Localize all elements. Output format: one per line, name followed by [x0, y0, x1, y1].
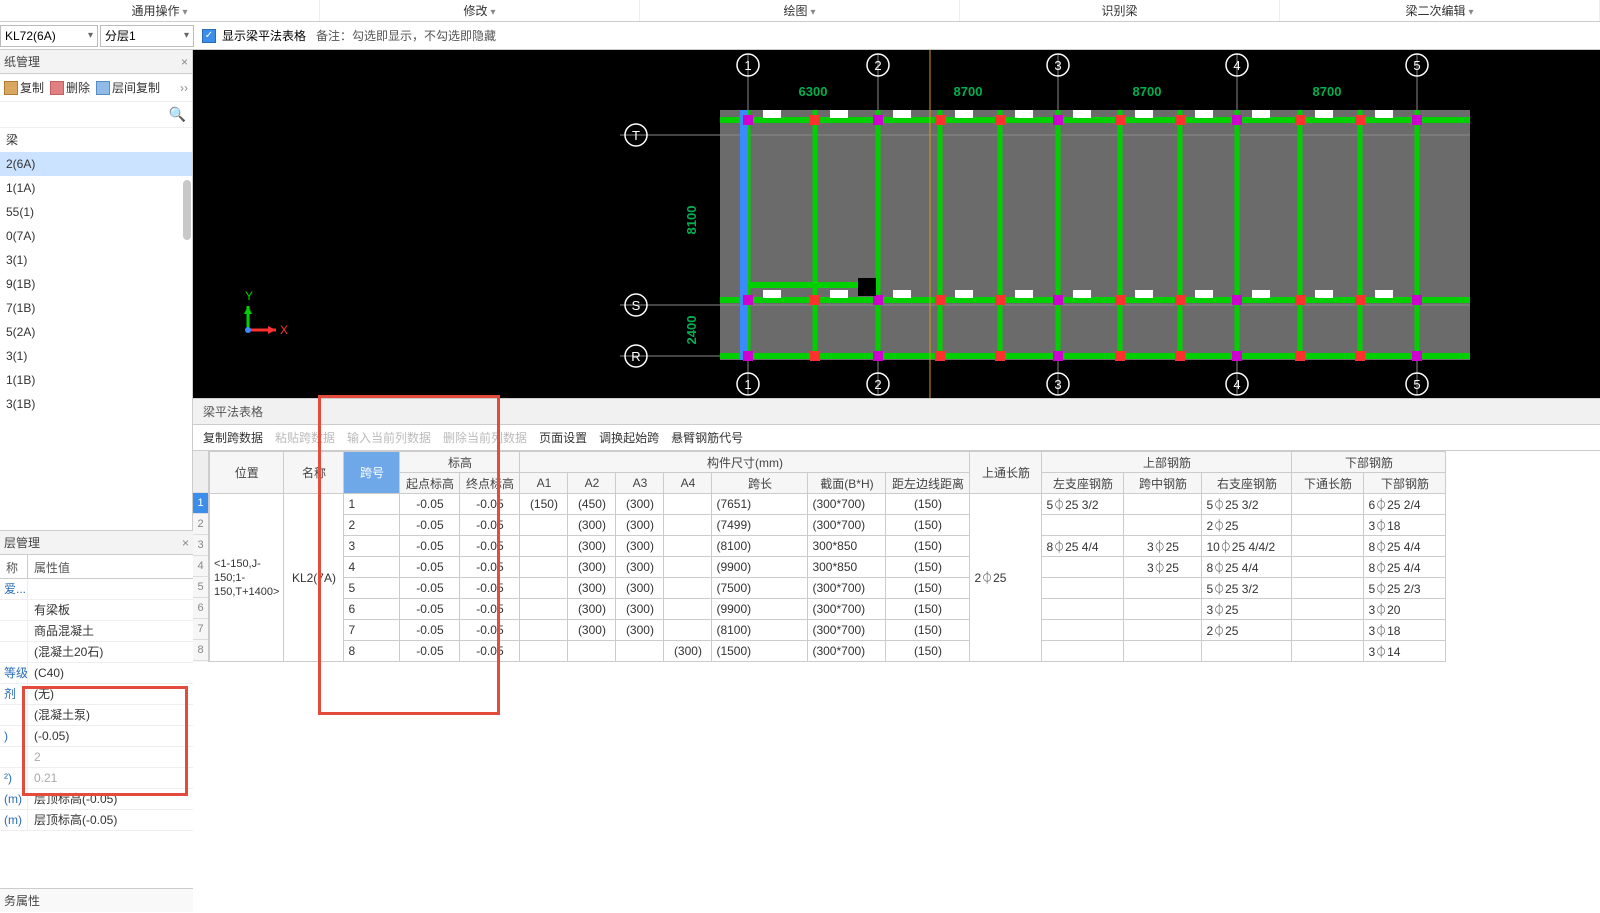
tree-item[interactable]: 3(1)	[0, 344, 192, 368]
table-row[interactable]: 4-0.05-0.05(300)(300)(9900)300*850(150)3…	[210, 557, 1446, 578]
data-grid[interactable]: 12345678 位置 名称 跨号 标高 构件尺寸(mm) 上通长筋	[193, 451, 1600, 662]
table-row[interactable]: 2-0.05-0.05(300)(300)(7499)(300*700)(150…	[210, 515, 1446, 536]
show-table-label: 显示梁平法表格	[222, 27, 306, 44]
svg-text:R: R	[631, 349, 640, 364]
beam-tree: 梁 2(6A) 1(1A) 55(1) 0(7A) 3(1) 9(1B) 7(1…	[0, 128, 192, 416]
property-row[interactable]: (混凝土20石)	[0, 642, 193, 663]
property-row[interactable]: (混凝土泵)	[0, 705, 193, 726]
table-title: 梁平法表格	[193, 399, 1600, 425]
svg-text:8700: 8700	[954, 84, 983, 99]
panel-close-icon[interactable]: ×	[182, 531, 189, 555]
search-icon[interactable]: 🔍	[169, 106, 186, 123]
svg-text:Y: Y	[245, 289, 253, 303]
show-table-checkbox[interactable]: ✓	[202, 29, 216, 43]
beam-selector[interactable]: KL72(6A)▾	[0, 25, 98, 47]
svg-text:6300: 6300	[799, 84, 828, 99]
selector-row: KL72(6A)▾ 分层1▾ ✓ 显示梁平法表格 备注：勾选即显示，不勾选即隐藏	[0, 22, 1600, 50]
property-panel: 层管理 × 称 属性值 爱...有梁板商品混凝土(混凝土20石)等级(C40)剂…	[0, 530, 193, 912]
tree-item[interactable]: 55(1)	[0, 200, 192, 224]
property-row[interactable]: 爱...	[0, 579, 193, 600]
top-tab-draw[interactable]: 绘图▾	[640, 0, 960, 21]
table-row[interactable]: <1-150,J-150;1-150,T+1400>KL2(7A)1-0.05-…	[210, 494, 1446, 515]
tree-item[interactable]: 0(7A)	[0, 224, 192, 248]
tool-paste-span[interactable]: 粘贴跨数据	[275, 429, 335, 446]
property-row[interactable]: 2	[0, 747, 193, 768]
svg-text:S: S	[632, 298, 641, 313]
top-tab-secondary[interactable]: 梁二次编辑▾	[1280, 0, 1600, 21]
table-row[interactable]: 5-0.05-0.05(300)(300)(7500)(300*700)(150…	[210, 578, 1446, 599]
svg-text:3: 3	[1054, 58, 1061, 73]
svg-text:1: 1	[744, 377, 751, 392]
tree-item[interactable]: 2(6A)	[0, 152, 192, 176]
floor-selector[interactable]: 分层1▾	[100, 25, 194, 47]
top-tab-recognize[interactable]: 识别梁	[960, 0, 1280, 21]
row-number-column: 12345678	[193, 451, 209, 662]
svg-text:T: T	[632, 128, 640, 143]
table-row[interactable]: 3-0.05-0.05(300)(300)(8100)300*850(150)8…	[210, 536, 1446, 557]
top-tab-general[interactable]: 通用操作▾	[0, 0, 320, 21]
layer-mgr-header: 层管理 ×	[0, 531, 193, 555]
tree-item[interactable]: 1(1A)	[0, 176, 192, 200]
tree-item[interactable]: 3(1B)	[0, 392, 192, 416]
drawing-viewport[interactable]: 1 2 3 4 5 1 2 3 4 5 T S R 6300 8700 8700 8700 8100 240…	[193, 50, 1600, 398]
tree-item[interactable]: 3(1)	[0, 248, 192, 272]
tool-swap-start[interactable]: 调换起始跨	[599, 429, 659, 446]
tool-delete-col[interactable]: 删除当前列数据	[443, 429, 527, 446]
svg-text:3: 3	[1054, 377, 1061, 392]
svg-text:4: 4	[1233, 58, 1240, 73]
tree-item[interactable]: 5(2A)	[0, 320, 192, 344]
svg-text:5: 5	[1413, 377, 1420, 392]
table-row[interactable]: 6-0.05-0.05(300)(300)(9900)(300*700)(150…	[210, 599, 1446, 620]
search-row[interactable]: 🔍	[0, 102, 192, 128]
top-tab-modify[interactable]: 修改▾	[320, 0, 640, 21]
panel-header: 纸管理 ×	[0, 50, 192, 74]
svg-text:2400: 2400	[684, 316, 699, 345]
copy-button[interactable]: 复制	[4, 79, 44, 96]
prop-header: 称 属性值	[0, 555, 193, 579]
svg-text:2: 2	[874, 58, 881, 73]
top-tab-bar: 通用操作▾ 修改▾ 绘图▾ 识别梁 梁二次编辑▾	[0, 0, 1600, 22]
table-row[interactable]: 7-0.05-0.05(300)(300)(8100)(300*700)(150…	[210, 620, 1446, 641]
tool-cantilever[interactable]: 悬臂钢筋代号	[671, 429, 743, 446]
svg-text:8700: 8700	[1313, 84, 1342, 99]
more-icon[interactable]: ››	[180, 81, 188, 95]
property-row[interactable]: 剂(无)	[0, 684, 193, 705]
property-row[interactable]: 有梁板	[0, 600, 193, 621]
tree-item[interactable]: 9(1B)	[0, 272, 192, 296]
property-row[interactable]: )(-0.05)	[0, 726, 193, 747]
left-sidebar: 纸管理 × 复制 删除 层间复制 ›› 🔍 梁 2(6A) 1(1A) 55(1…	[0, 50, 193, 912]
tool-input-col[interactable]: 输入当前列数据	[347, 429, 431, 446]
tree-item[interactable]: 1(1B)	[0, 368, 192, 392]
tree-item[interactable]: 7(1B)	[0, 296, 192, 320]
note-text: 备注：勾选即显示，不勾选即隐藏	[316, 27, 496, 44]
svg-text:X: X	[280, 323, 288, 337]
beam-table-panel: 梁平法表格 复制跨数据 粘贴跨数据 输入当前列数据 删除当前列数据 页面设置 调…	[193, 398, 1600, 912]
svg-text:4: 4	[1233, 377, 1240, 392]
table-row[interactable]: 8-0.05-0.05(300)(1500)(300*700)(150)3⏀14	[210, 641, 1446, 662]
tool-page-setup[interactable]: 页面设置	[539, 429, 587, 446]
prop-footer[interactable]: 务属性	[0, 888, 193, 912]
span-header: 跨号	[344, 452, 400, 494]
panel-close-icon[interactable]: ×	[181, 50, 188, 74]
tool-copy-span[interactable]: 复制跨数据	[203, 429, 263, 446]
svg-text:5: 5	[1413, 58, 1420, 73]
scrollbar-thumb[interactable]	[183, 180, 191, 240]
beam-data-table[interactable]: 位置 名称 跨号 标高 构件尺寸(mm) 上通长筋 上部钢筋 下部钢筋 起点标高…	[209, 451, 1446, 662]
svg-text:8700: 8700	[1133, 84, 1162, 99]
panel-toolbar: 复制 删除 层间复制 ››	[0, 74, 192, 102]
property-row[interactable]: 等级(C40)	[0, 663, 193, 684]
tree-category[interactable]: 梁	[0, 128, 192, 152]
svg-text:2: 2	[874, 377, 881, 392]
property-row[interactable]: 商品混凝土	[0, 621, 193, 642]
table-toolbar: 复制跨数据 粘贴跨数据 输入当前列数据 删除当前列数据 页面设置 调换起始跨 悬…	[193, 425, 1600, 451]
svg-text:8100: 8100	[684, 206, 699, 235]
property-row[interactable]: (m)层顶标高(-0.05)	[0, 810, 193, 831]
delete-button[interactable]: 删除	[50, 79, 90, 96]
svg-text:1: 1	[744, 58, 751, 73]
layer-copy-button[interactable]: 层间复制	[96, 79, 160, 96]
property-row[interactable]: ²)0.21	[0, 768, 193, 789]
property-row[interactable]: (m)层顶标高(-0.05)	[0, 789, 193, 810]
